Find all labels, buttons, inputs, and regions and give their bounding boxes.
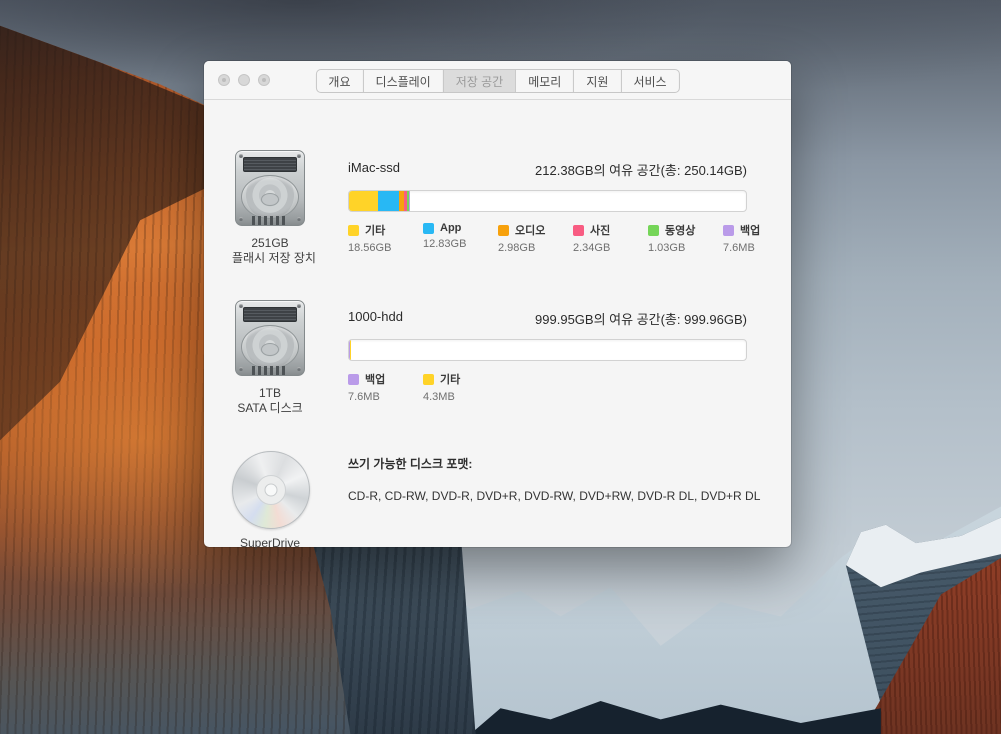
legend-label: 기타 (440, 371, 460, 387)
usage-segment (378, 191, 398, 211)
window-titlebar[interactable]: 개요디스플레이저장 공간메모리지원서비스 (204, 61, 791, 100)
disk1-type-label: 플래시 저장 장치 (232, 251, 308, 266)
legend-size: 4.3MB (423, 391, 477, 403)
tab-3[interactable]: 메모리 (515, 70, 573, 92)
legend-size: 1.03GB (648, 242, 702, 254)
legend-label: 동영상 (665, 222, 695, 238)
legend-swatch (723, 225, 734, 236)
disk2-usage-bar (348, 339, 747, 361)
legend-label: 오디오 (515, 222, 545, 238)
storage-panel: 251GB 플래시 저장 장치 iMac-ssd 212.38GB의 여유 공간… (204, 100, 791, 547)
legend-swatch (348, 374, 359, 385)
desktop-wallpaper: 개요디스플레이저장 공간메모리지원서비스 251GB 플래시 저장 장치 iMa… (0, 0, 1001, 734)
legend-item: 동영상 1.03GB (648, 222, 702, 254)
disk2-name: 1000-hdd (348, 309, 403, 328)
usage-segment (350, 340, 351, 360)
hard-disk-icon[interactable] (232, 150, 308, 230)
tab-bar: 개요디스플레이저장 공간메모리지원서비스 (315, 69, 679, 93)
legend-swatch (423, 223, 434, 234)
superdrive-icon-column: SuperDrive (232, 451, 308, 551)
legend-label: 백업 (740, 222, 760, 238)
optical-disc-icon[interactable] (232, 451, 310, 529)
superdrive-name: SuperDrive (232, 536, 308, 551)
writable-formats-list: CD-R, CD-RW, DVD-R, DVD+R, DVD-RW, DVD+R… (348, 489, 758, 503)
disk2-info: 1000-hdd 999.95GB의 여유 공간(총: 999.96GB) 백업… (348, 309, 747, 403)
legend-swatch (648, 225, 659, 236)
hard-disk-icon[interactable] (232, 300, 308, 380)
legend-item: 기타 18.56GB (348, 222, 402, 254)
legend-label: 사진 (590, 222, 610, 238)
legend-item: 기타 4.3MB (423, 371, 477, 403)
legend-size: 18.56GB (348, 242, 402, 254)
minimize-button[interactable] (238, 74, 250, 86)
disk2-icon-column: 1TB SATA 디스크 (232, 300, 308, 416)
legend-swatch (573, 225, 584, 236)
about-this-mac-storage-window: 개요디스플레이저장 공간메모리지원서비스 251GB 플래시 저장 장치 iMa… (204, 61, 791, 547)
superdrive-info: 쓰기 가능한 디스크 포맷: CD-R, CD-RW, DVD-R, DVD+R… (348, 455, 758, 503)
legend-item: App 12.83GB (423, 222, 477, 254)
legend-size: 12.83GB (423, 238, 477, 250)
legend-label: App (440, 222, 461, 234)
disk1-usage-bar (348, 190, 747, 212)
tab-2[interactable]: 저장 공간 (443, 70, 516, 92)
tab-4[interactable]: 지원 (573, 70, 620, 92)
zoom-button[interactable] (258, 74, 270, 86)
legend-item: 백업 7.6MB (723, 222, 777, 254)
disk1-capacity-label: 251GB (232, 236, 308, 251)
legend-size: 2.34GB (573, 242, 627, 254)
legend-size: 7.6MB (348, 391, 402, 403)
disk2-free-space: 999.95GB의 여유 공간(총: 999.96GB) (535, 309, 747, 328)
disk2-legend: 백업 7.6MB 기타 4.3MB (348, 371, 747, 403)
legend-label: 기타 (365, 222, 385, 238)
disk1-icon-column: 251GB 플래시 저장 장치 (232, 150, 308, 266)
usage-segment (349, 191, 378, 211)
disk2-type-label: SATA 디스크 (232, 401, 308, 416)
legend-swatch (348, 225, 359, 236)
legend-label: 백업 (365, 371, 385, 387)
legend-item: 오디오 2.98GB (498, 222, 552, 254)
disk1-free-space: 212.38GB의 여유 공간(총: 250.14GB) (535, 160, 747, 179)
legend-item: 사진 2.34GB (573, 222, 627, 254)
legend-item: 백업 7.6MB (348, 371, 402, 403)
tab-5[interactable]: 서비스 (620, 70, 678, 92)
disk1-name: iMac-ssd (348, 160, 400, 179)
disk1-info: iMac-ssd 212.38GB의 여유 공간(총: 250.14GB) 기타… (348, 160, 747, 254)
legend-size: 2.98GB (498, 242, 552, 254)
close-button[interactable] (218, 74, 230, 86)
tab-1[interactable]: 디스플레이 (363, 70, 443, 92)
legend-swatch (423, 374, 434, 385)
traffic-light-buttons (218, 74, 270, 86)
disk2-capacity-label: 1TB (232, 386, 308, 401)
legend-size: 7.6MB (723, 242, 777, 254)
disk1-legend: 기타 18.56GB App 12.83GB 오디오 2.98GB 사진 2.34GB 동영상 1… (348, 222, 747, 254)
usage-segment (409, 191, 410, 211)
writable-formats-title: 쓰기 가능한 디스크 포맷: (348, 455, 758, 472)
tab-0[interactable]: 개요 (316, 70, 362, 92)
legend-swatch (498, 225, 509, 236)
